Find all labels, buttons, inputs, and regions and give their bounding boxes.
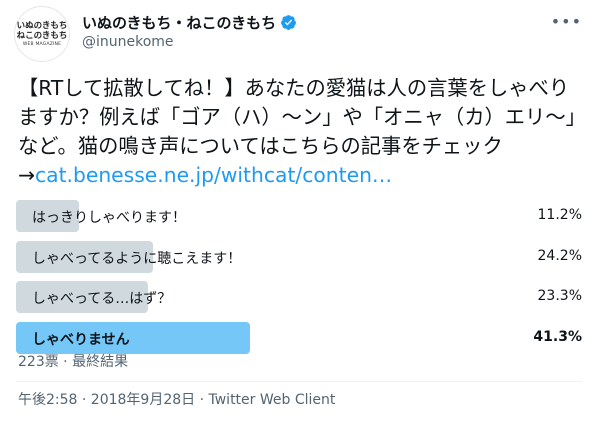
user-handle[interactable]: @inunekome [82,34,174,50]
poll-option-label: しゃべってる…はず？ [32,291,172,307]
poll-option: しゃべってる…はず？ 23.3% [16,281,582,313]
poll-summary: 223票 · 最終結果 [18,354,129,370]
display-name[interactable]: いぬのきもち・ねこのきもち [82,12,276,33]
tweet-link[interactable]: cat.benesse.ne.jp/withcat/conten… [35,163,392,187]
more-options-icon[interactable]: ••• [551,12,582,31]
avatar-text-line1: いぬのきもち [16,20,68,31]
poll-option: はっきりしゃべります！ 11.2% [16,200,582,232]
avatar-text-line3: WEB MAGAZINE [22,41,62,47]
poll-option-label: しゃべりません [32,331,130,348]
avatar-text-line2: ねこのきもち [16,30,68,41]
poll-option: しゃべってるように聴こえます！ 24.2% [16,240,582,273]
verified-badge-icon [281,15,297,30]
poll: はっきりしゃべります！ 11.2% しゃべってるように聴こえます！ 24.2% … [16,200,582,362]
poll-option-label: はっきりしゃべります！ [32,210,186,226]
avatar[interactable]: いぬのきもち ねこのきもち WEB MAGAZINE [14,6,70,62]
poll-option-label: しゃべってるように聴こえます！ [32,250,242,267]
tweet-text: 【RTして拡散してね！】あなたの愛猫は人の言葉をしゃべりますか？例えば「ゴア（ハ… [18,74,584,190]
poll-option-winner: しゃべりません 41.3% [16,321,582,354]
poll-option-percent: 23.3% [537,288,582,304]
poll-option-percent: 41.3% [533,328,582,345]
author-name-row[interactable]: いぬのきもち・ねこのきもち [82,12,297,33]
divider [16,381,582,382]
poll-option-percent: 11.2% [537,207,582,223]
tweet-timestamp[interactable]: 午後2:58 · 2018年9月28日 · Twitter Web Client [18,389,335,409]
poll-option-percent: 24.2% [537,247,582,264]
